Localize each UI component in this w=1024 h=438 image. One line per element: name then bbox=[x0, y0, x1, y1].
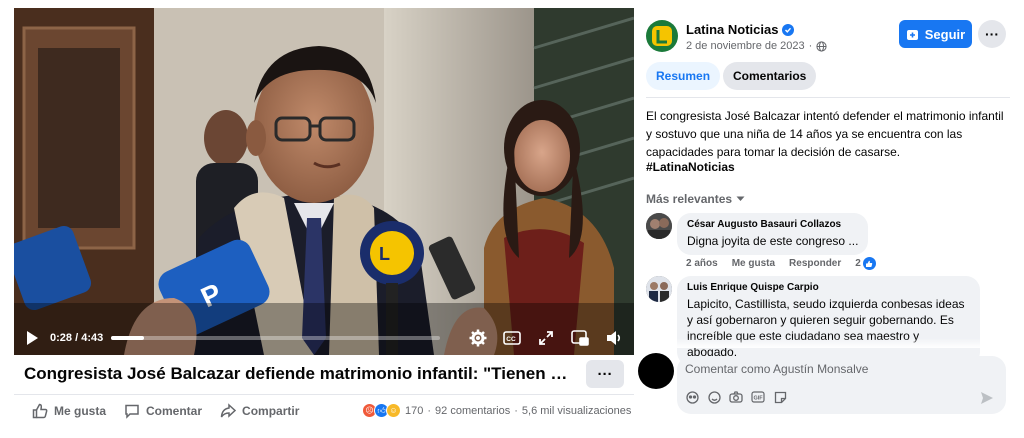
follow-icon bbox=[906, 29, 918, 40]
hashtag-link[interactable]: #LatinaNoticias bbox=[646, 160, 735, 174]
comment-bubble: Luis Enrique Quispe Carpio Lapicito, Cas… bbox=[677, 276, 980, 366]
comment-bubble: César Augusto Basauri Collazos Digna joy… bbox=[677, 213, 869, 255]
svg-text:GIF: GIF bbox=[754, 396, 764, 402]
camera-icon[interactable] bbox=[729, 390, 743, 404]
comment-likes-number: 2 bbox=[855, 258, 861, 269]
comment-text: Digna joyita de este congreso ... bbox=[687, 234, 859, 248]
follow-button[interactable]: Seguir bbox=[899, 20, 972, 48]
comment-like-button[interactable]: Me gusta bbox=[732, 258, 775, 269]
play-icon[interactable] bbox=[24, 330, 40, 346]
page-more-button[interactable]: ··· bbox=[978, 20, 1006, 48]
duration: 4:43 bbox=[81, 332, 104, 344]
video-frame: P L bbox=[14, 8, 634, 355]
composer-tools: GIF bbox=[685, 390, 787, 404]
time-separator: / bbox=[75, 332, 79, 344]
comment-button[interactable]: Comentar bbox=[124, 403, 202, 419]
svg-text:L: L bbox=[379, 244, 390, 264]
page-avatar[interactable] bbox=[646, 20, 678, 52]
comment-input[interactable] bbox=[685, 362, 985, 376]
divider bbox=[646, 97, 1010, 98]
separator-dot: · bbox=[808, 40, 813, 52]
reaction-icons[interactable]: ☹ 👍︎ ☺ bbox=[362, 403, 401, 418]
like-label: Me gusta bbox=[54, 404, 107, 418]
verified-badge-icon bbox=[782, 23, 795, 36]
video-title: Congresista José Balcazar defiende matri… bbox=[24, 364, 572, 383]
post-date[interactable]: 2 de noviembre de 2023 bbox=[686, 40, 805, 52]
thumbs-up-icon bbox=[32, 403, 48, 419]
video-progress-fill bbox=[111, 336, 144, 340]
commenter-avatar[interactable] bbox=[646, 213, 672, 239]
emoji-icon[interactable] bbox=[707, 390, 721, 404]
current-user-avatar[interactable] bbox=[638, 353, 674, 389]
picture-in-picture-icon[interactable] bbox=[570, 328, 590, 348]
video-player[interactable]: P L 0:28 / 4:43 CC bbox=[14, 8, 634, 355]
comment-author[interactable]: César Augusto Basauri Collazos bbox=[687, 219, 858, 230]
like-react-icon bbox=[862, 257, 876, 270]
haha-react-icon: ☺ bbox=[386, 403, 401, 418]
separator-dot: · bbox=[514, 404, 518, 417]
current-time: 0:28 bbox=[50, 332, 73, 344]
share-icon bbox=[220, 403, 237, 418]
send-icon[interactable] bbox=[980, 391, 994, 410]
chevron-down-icon bbox=[736, 196, 745, 201]
post-stats: ☹ 👍︎ ☺ 170 · 92 comentarios · 5,6 mil vi… bbox=[362, 403, 631, 418]
page-name-row: Latina Noticias bbox=[686, 22, 795, 37]
comment-meta: 2 años Me gusta Responder 2 bbox=[686, 257, 876, 270]
video-controls: 0:28 / 4:43 CC bbox=[14, 321, 634, 355]
settings-icon[interactable] bbox=[468, 328, 488, 348]
views-count: 5,6 mil visualizaciones bbox=[521, 404, 632, 417]
latina-logo-icon bbox=[652, 26, 672, 46]
comment-composer: GIF bbox=[677, 356, 1006, 414]
separator-dot: · bbox=[427, 404, 432, 417]
volume-icon[interactable] bbox=[604, 328, 624, 348]
tab-summary[interactable]: Resumen bbox=[646, 62, 721, 90]
post-actions: Me gusta Comentar Compartir bbox=[32, 403, 299, 419]
like-button[interactable]: Me gusta bbox=[32, 403, 106, 419]
video-more-button[interactable]: ··· bbox=[586, 360, 624, 388]
comment-text: Lapicito, Castillista, seudo izquierda c… bbox=[687, 297, 965, 359]
comment-sort-dropdown[interactable]: Más relevantes bbox=[646, 192, 745, 206]
avatar-sticker-icon[interactable] bbox=[685, 390, 699, 404]
comment-icon bbox=[125, 404, 139, 419]
svg-text:CC: CC bbox=[506, 336, 516, 343]
share-button[interactable]: Compartir bbox=[220, 403, 299, 419]
sort-label: Más relevantes bbox=[646, 192, 733, 206]
video-time: 0:28 / 4:43 bbox=[50, 332, 103, 344]
commenter-avatar[interactable] bbox=[646, 276, 672, 302]
post-date-row: 2 de noviembre de 2023 · bbox=[686, 40, 827, 52]
comment-author[interactable]: Luis Enrique Quispe Carpio bbox=[687, 282, 970, 293]
fullscreen-icon[interactable] bbox=[536, 328, 556, 348]
tab-comments[interactable]: Comentarios bbox=[723, 62, 817, 90]
reaction-count[interactable]: 170 bbox=[405, 405, 423, 417]
video-progress-bar[interactable] bbox=[111, 336, 440, 340]
comment-label: Comentar bbox=[146, 404, 203, 418]
page-name[interactable]: Latina Noticias bbox=[686, 22, 778, 37]
scroll-fade bbox=[636, 338, 1024, 348]
sticker-icon[interactable] bbox=[773, 390, 787, 404]
comment-reply-button[interactable]: Responder bbox=[789, 258, 841, 269]
globe-icon bbox=[816, 40, 827, 52]
share-label: Compartir bbox=[242, 404, 300, 418]
comment-like-count[interactable]: 2 bbox=[855, 257, 876, 270]
captions-icon[interactable]: CC bbox=[502, 328, 522, 348]
comment-age[interactable]: 2 años bbox=[686, 258, 718, 269]
divider bbox=[14, 394, 634, 395]
follow-label: Seguir bbox=[924, 26, 966, 42]
comments-count[interactable]: 92 comentarios bbox=[435, 405, 510, 417]
post-description: El congresista José Balcazar intentó def… bbox=[646, 109, 1004, 159]
gif-icon[interactable]: GIF bbox=[751, 390, 765, 404]
